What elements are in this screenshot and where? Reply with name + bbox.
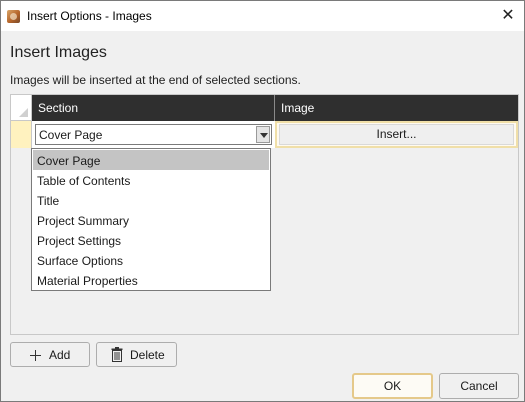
close-button[interactable]: ✕ bbox=[498, 6, 518, 26]
section-combobox[interactable]: Cover Page bbox=[35, 124, 272, 145]
dropdown-option-table-of-contents[interactable]: Table of Contents bbox=[33, 170, 269, 190]
insert-options-dialog: Insert Options - Images ✕ Insert Images … bbox=[0, 0, 525, 402]
delete-button-label: Delete bbox=[130, 348, 165, 362]
cancel-button[interactable]: Cancel bbox=[439, 373, 519, 399]
dropdown-option-surface-options[interactable]: Surface Options bbox=[33, 250, 269, 270]
description-text: Images will be inserted at the end of se… bbox=[10, 73, 301, 87]
chevron-down-icon[interactable] bbox=[256, 126, 270, 143]
title-bar: Insert Options - Images ✕ bbox=[1, 1, 524, 31]
dropdown-option-project-summary[interactable]: Project Summary bbox=[33, 210, 269, 230]
section-cell[interactable]: Cover Page bbox=[32, 121, 275, 148]
dropdown-option-cover-page[interactable]: Cover Page bbox=[33, 150, 269, 170]
trash-icon bbox=[111, 347, 123, 362]
add-button-label: Add bbox=[49, 348, 71, 362]
column-header-image[interactable]: Image bbox=[275, 95, 518, 121]
delete-button[interactable]: Delete bbox=[96, 342, 177, 367]
window-title: Insert Options - Images bbox=[27, 9, 152, 23]
dropdown-option-project-settings[interactable]: Project Settings bbox=[33, 230, 269, 250]
section-combobox-value: Cover Page bbox=[39, 128, 103, 142]
dropdown-option-material-properties[interactable]: Material Properties bbox=[33, 270, 269, 290]
add-button[interactable]: Add bbox=[10, 342, 90, 367]
page-title: Insert Images bbox=[10, 44, 107, 61]
plus-icon bbox=[30, 350, 41, 361]
section-dropdown-list: Cover Page Table of Contents Title Proje… bbox=[31, 148, 271, 291]
insert-image-button[interactable]: Insert... bbox=[279, 124, 514, 145]
column-header-section[interactable]: Section bbox=[32, 95, 275, 121]
dropdown-option-title[interactable]: Title bbox=[33, 190, 269, 210]
app-logo-icon bbox=[7, 10, 20, 23]
select-all-corner[interactable] bbox=[11, 95, 32, 121]
row-selector[interactable] bbox=[11, 121, 32, 148]
ok-button[interactable]: OK bbox=[352, 373, 433, 399]
image-cell[interactable]: Insert... bbox=[275, 121, 518, 148]
